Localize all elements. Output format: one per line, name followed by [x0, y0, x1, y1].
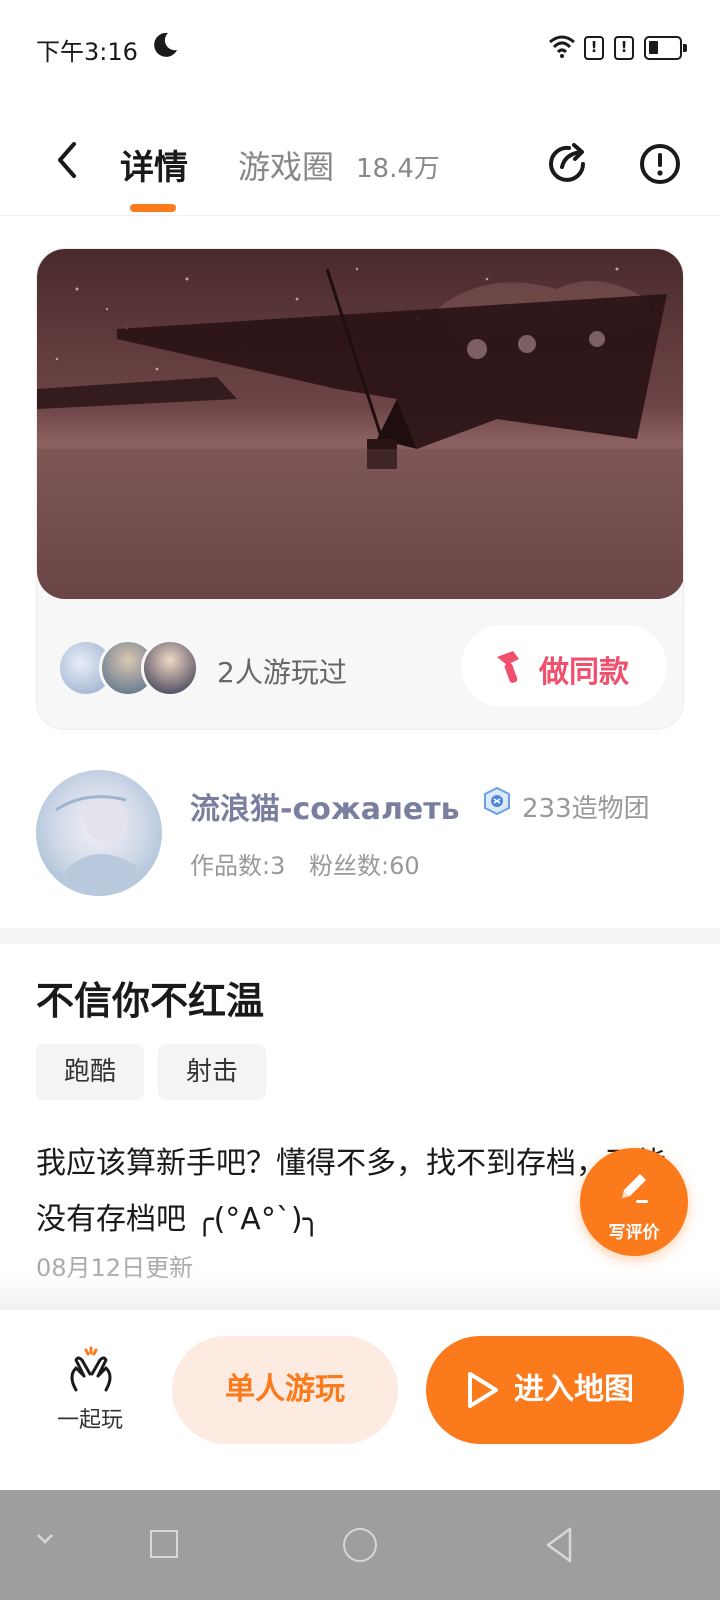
solo-play-button[interactable]: 单人游玩	[172, 1336, 398, 1444]
wifi-icon	[549, 35, 575, 58]
author-name[interactable]: 流浪猫-сожалеть	[190, 784, 460, 828]
header: 详情 游戏圈 18.4万	[0, 120, 720, 216]
bottom-action-bar: 一起玩 单人游玩 进入地图	[0, 1310, 720, 1490]
fans-count: 粉丝数:60	[309, 852, 420, 880]
game-cover-card: 2人游玩过 做同款	[36, 248, 684, 730]
alert-icon: !	[584, 36, 604, 60]
pencil-icon	[622, 1174, 648, 1203]
make-same-button[interactable]: 做同款	[461, 625, 667, 707]
play-together-label: 一起玩	[56, 1408, 123, 1433]
hammer-icon	[497, 651, 519, 683]
game-title: 不信你不红温	[36, 979, 265, 1023]
clapping-hands-icon	[70, 1346, 112, 1392]
tag-parkour[interactable]: 跑酷	[36, 1044, 145, 1100]
status-bar: 下午3:16 ! !	[0, 0, 720, 96]
alert-icon: !	[614, 36, 634, 60]
back-icon[interactable]	[50, 138, 86, 182]
play-together-button[interactable]: 一起玩	[50, 1346, 130, 1433]
tag-shooting[interactable]: 射击	[158, 1044, 267, 1100]
section-divider	[0, 928, 720, 944]
home-button[interactable]	[343, 1528, 377, 1562]
share-icon[interactable]	[545, 140, 591, 186]
author-stats: 作品数:3 粉丝数:60	[190, 846, 436, 881]
author-avatar[interactable]	[36, 770, 162, 896]
system-navigation-bar	[0, 1490, 720, 1600]
game-circle-count: 18.4万	[356, 154, 440, 184]
play-icon	[468, 1372, 498, 1408]
tab-active-indicator	[130, 204, 176, 212]
avatar	[141, 639, 199, 697]
works-count: 作品数:3	[190, 852, 286, 880]
enter-map-button[interactable]: 进入地图	[426, 1336, 684, 1444]
player-avatars[interactable]	[57, 639, 207, 699]
chevron-down-icon[interactable]	[36, 1532, 54, 1546]
status-time: 下午3:16	[36, 38, 138, 66]
author-section[interactable]: 流浪猫-сожалеть 233造物团 作品数:3 粉丝数:60	[0, 762, 720, 912]
moon-icon	[154, 32, 177, 57]
tab-detail[interactable]: 详情	[120, 140, 188, 189]
creator-team-icon	[484, 786, 510, 816]
enter-map-label: 进入地图	[514, 1372, 634, 1407]
game-cover-image[interactable]	[37, 249, 683, 599]
recents-button[interactable]	[150, 1530, 178, 1558]
played-count-text: 2人游玩过	[217, 656, 347, 689]
battery-icon	[644, 36, 687, 60]
report-icon[interactable]	[638, 142, 682, 186]
make-same-label: 做同款	[539, 655, 629, 690]
tab-game-circle[interactable]: 游戏圈	[238, 142, 334, 188]
write-review-button[interactable]: 写评价	[580, 1148, 688, 1256]
nav-back-icon[interactable]	[544, 1526, 574, 1564]
creator-team-label: 233造物团	[522, 794, 650, 824]
scroll-fade	[0, 1270, 720, 1310]
write-review-label: 写评价	[608, 1223, 660, 1243]
